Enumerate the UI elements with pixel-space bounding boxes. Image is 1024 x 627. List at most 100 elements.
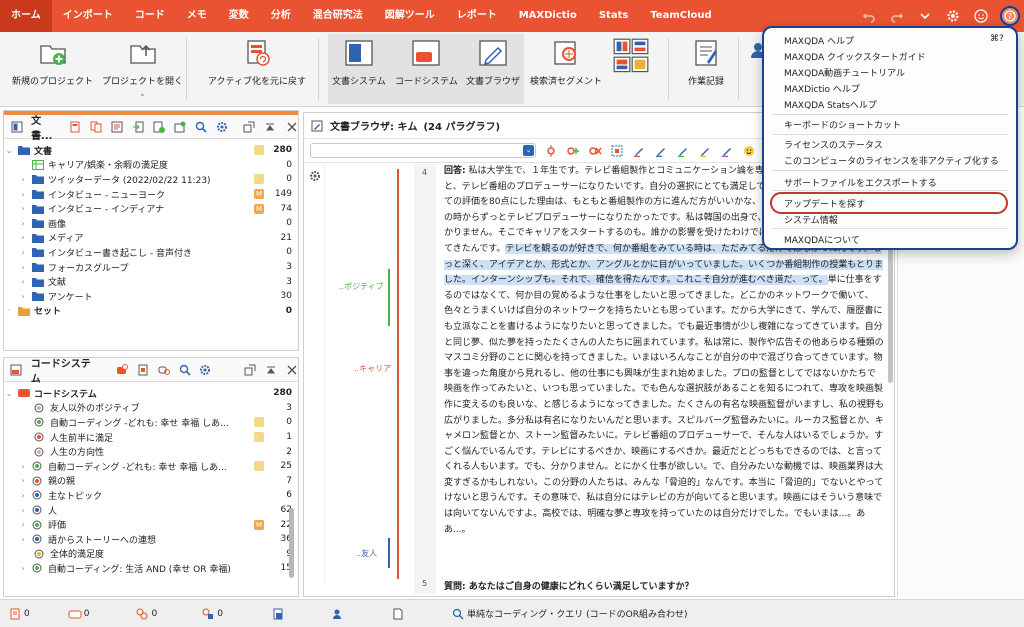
chevron-right-icon[interactable]: › [18, 233, 28, 242]
maximize-icon[interactable] [264, 120, 277, 134]
chevron-right-icon[interactable]: › [18, 564, 28, 573]
chevron-right-icon[interactable]: › [18, 190, 28, 199]
code-tree-item[interactable]: › 自動コーディング: 生活 AND (幸せ OR 幸福) 15 [4, 561, 298, 576]
doc-tree-item[interactable]: › インタビュー書き起こし - 音声付き 0 [4, 245, 298, 260]
highlight-yellow-icon[interactable] [698, 144, 712, 158]
undock-icon[interactable] [244, 363, 257, 377]
tab-code[interactable]: コード [124, 0, 176, 32]
help-icon[interactable]: ? [1000, 6, 1020, 26]
menu-item-shortcuts[interactable]: キーボードのショートカット [784, 118, 901, 131]
chevron-right-icon[interactable]: › [18, 491, 28, 500]
new-set-icon[interactable] [174, 120, 187, 134]
code-pin-icon[interactable] [544, 144, 558, 158]
chevron-right-icon[interactable]: › [18, 219, 28, 228]
retrieved-segments-button[interactable]: 検索済セグメント [530, 38, 602, 87]
highlighted-segment[interactable]: テレビを観るのが好きで、何か番組をみている時は、ただみてるだけではなかったんです… [444, 243, 884, 286]
memo-icon[interactable] [254, 417, 264, 428]
menu-item-video-tutorial[interactable]: MAXQDA動画チュートリアル [784, 66, 905, 79]
code-tree-item[interactable]: › 主なトピック 6 [4, 488, 298, 503]
coding-label-friend[interactable]: ..友人 [356, 548, 377, 559]
doc-tree-item[interactable]: › インタビュー - インディアナ M 74 [4, 201, 298, 216]
menu-item-quickstart[interactable]: MAXQDA クイックスタートガイド [784, 50, 926, 63]
code-search-icon[interactable] [158, 363, 171, 377]
doc-group-icon[interactable] [271, 607, 285, 621]
code-tree-item[interactable]: 人生の方向性 2 [4, 444, 298, 459]
tab-mixed-methods[interactable]: 混合研究法 [302, 0, 374, 32]
redo-icon[interactable] [888, 7, 906, 25]
doc-tree-item[interactable]: › インタビュー - ニューヨーク M 149 [4, 187, 298, 202]
tab-reports[interactable]: レポート [446, 0, 508, 32]
document-filter-icon[interactable] [391, 607, 405, 621]
new-project-button[interactable]: 新規のプロジェクト [12, 38, 93, 87]
logbook-button[interactable]: 作業記録 [688, 38, 724, 87]
code-remove-icon[interactable] [588, 144, 602, 158]
coding-label-career[interactable]: ..キャリア [354, 363, 391, 374]
menu-item-license-status[interactable]: ライセンスのステータス [784, 138, 883, 151]
code-tree-item[interactable]: 自動コーディング -どれも: 幸せ 幸福 しあ... 0 [4, 415, 298, 430]
code-tree-item[interactable]: › 人 62 [4, 503, 298, 518]
chevron-right-icon[interactable]: › [18, 535, 28, 544]
doc-tree-item[interactable]: キャリア/娯楽・余暇の満足度 0 [4, 158, 298, 173]
doc-tree-item[interactable]: › フォーカスグループ 3 [4, 260, 298, 275]
code-add-icon[interactable] [566, 144, 580, 158]
menu-item-help[interactable]: MAXQDA ヘルプ [784, 34, 854, 47]
tab-visual-tools[interactable]: 図解ツール [374, 0, 446, 32]
doc-tree-item[interactable]: › ツイッターデータ (2022/02/22 11:23) 0 [4, 172, 298, 187]
maximize-icon[interactable] [265, 363, 278, 377]
undo-icon[interactable] [860, 7, 878, 25]
doc-icon[interactable] [68, 120, 81, 134]
gear-icon[interactable] [944, 7, 962, 25]
open-project-button[interactable]: プロジェクトを開く ⌄ [102, 38, 183, 98]
tab-memo[interactable]: メモ [176, 0, 218, 32]
layout-grid-button[interactable] [610, 38, 652, 80]
memo-icon[interactable]: M [254, 189, 264, 200]
scrollbar[interactable] [289, 508, 294, 578]
chevron-right-icon[interactable]: › [18, 263, 28, 272]
code-tree-item[interactable]: 人生前半に満足 1 [4, 430, 298, 445]
tab-maxdictio[interactable]: MAXDictio [508, 0, 588, 32]
undock-icon[interactable] [243, 120, 256, 134]
highlight-green-icon[interactable] [676, 144, 690, 158]
doc-tree-item[interactable]: › メディア 21 [4, 231, 298, 246]
highlight-red-icon[interactable] [632, 144, 646, 158]
sets-row[interactable]: · セット 0 [4, 304, 298, 319]
code-tree-item[interactable]: 友人以外のポジティブ 3 [4, 401, 298, 416]
chevron-right-icon[interactable]: › [18, 248, 28, 257]
code-system-button[interactable]: コードシステム [395, 38, 458, 87]
menu-item-check-updates[interactable]: アップデートを探す [784, 197, 865, 210]
memo-icon[interactable]: M [254, 203, 264, 214]
chevron-right-icon[interactable]: › [18, 292, 28, 301]
doc-tree-item[interactable]: › アンケート 30 [4, 289, 298, 304]
chevron-down-icon[interactable]: ⌄ [4, 146, 14, 155]
menu-item-maxdictio-help[interactable]: MAXDictio ヘルプ [784, 82, 860, 95]
code-tree-item[interactable]: › 評価 M 22 [4, 517, 298, 532]
chevron-right-icon[interactable]: › [18, 175, 28, 184]
coding-stripe-friend[interactable] [388, 538, 390, 568]
doc-tree-item[interactable]: › 文献 3 [4, 274, 298, 289]
tab-analysis[interactable]: 分析 [260, 0, 302, 32]
doc-root-row[interactable]: ⌄ 文書 280 [4, 143, 298, 158]
coding-stripe-career[interactable] [397, 169, 399, 579]
search-icon[interactable] [195, 120, 208, 134]
menu-item-system-info[interactable]: システム情報 [784, 213, 838, 226]
chevron-right-icon[interactable]: › [18, 506, 28, 515]
settings-icon[interactable] [199, 363, 212, 377]
copy-icon[interactable] [89, 120, 102, 134]
chevron-right-icon[interactable]: › [18, 476, 28, 485]
highlight-blue-icon[interactable] [654, 144, 668, 158]
tab-home[interactable]: ホーム [0, 0, 52, 32]
doc-tree-item[interactable]: › 画像 0 [4, 216, 298, 231]
memo-icon[interactable] [254, 145, 264, 156]
menu-item-about[interactable]: MAXQDAについて [784, 233, 860, 246]
scrollbar[interactable] [888, 233, 893, 383]
coding-stripe-positive[interactable] [388, 269, 390, 326]
color-icon[interactable] [137, 363, 150, 377]
document-system-button[interactable]: 文書システム [332, 38, 386, 87]
code-tree-item[interactable]: › 語からストーリーへの連想 36 [4, 532, 298, 547]
menu-item-export-support[interactable]: サポートファイルをエクスポートする [784, 176, 937, 189]
document-browser-button[interactable]: 文書ブラウザ [466, 38, 520, 87]
selection-icon[interactable] [610, 144, 624, 158]
tab-import[interactable]: インポート [52, 0, 124, 32]
tab-teamcloud[interactable]: TeamCloud [639, 0, 722, 32]
chevron-right-icon[interactable]: › [18, 277, 28, 286]
